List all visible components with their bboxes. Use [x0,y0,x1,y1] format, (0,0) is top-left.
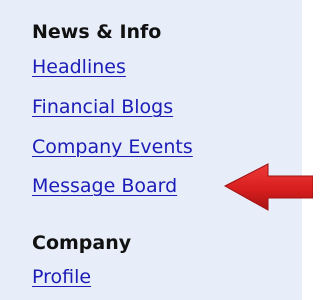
section-heading-news-info: News & Info [32,21,162,43]
red-arrow-icon [224,163,313,211]
sidebar-link-company-events[interactable]: Company Events [32,138,193,157]
sidebar-link-message-board[interactable]: Message Board [32,177,177,196]
section-heading-company: Company [32,232,132,254]
sidebar-link-financial-blogs[interactable]: Financial Blogs [32,98,173,117]
sidebar-link-profile[interactable]: Profile [32,268,91,287]
sidebar-link-headlines[interactable]: Headlines [32,58,126,77]
page-edge-strip [302,0,313,300]
sidebar-panel: News & Info Headlines Financial Blogs Co… [0,0,302,300]
